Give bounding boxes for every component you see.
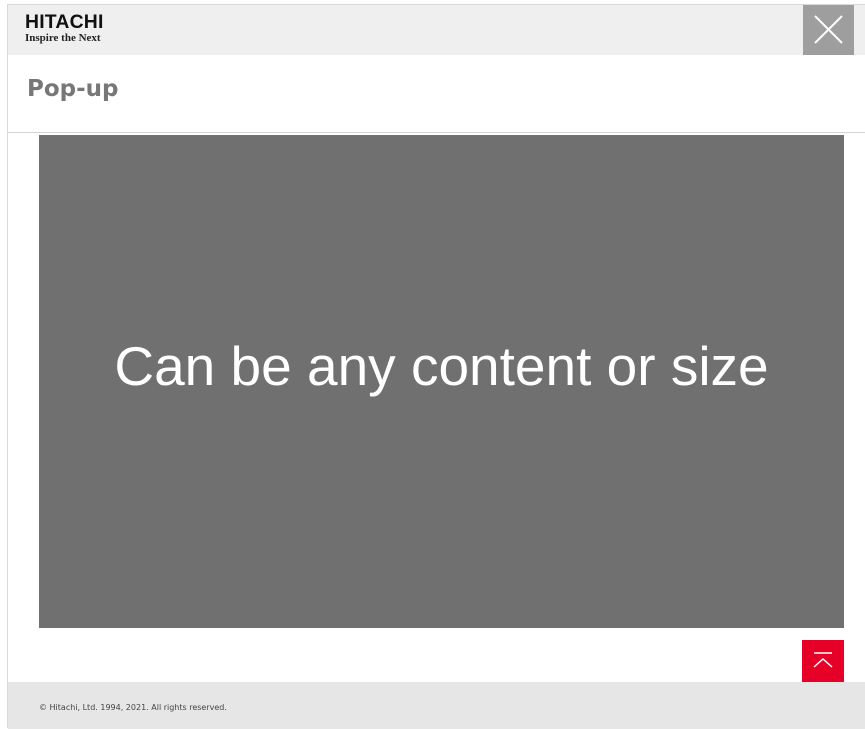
header-bar: HITACHI Inspire the Next [8, 5, 865, 55]
logo-wordmark: HITACHI [25, 12, 104, 33]
logo-tagline-text: Inspire the Next [25, 32, 101, 44]
title-area: Pop-up [8, 55, 865, 133]
close-icon [803, 5, 854, 55]
copyright-text: © Hitachi, Ltd. 1994, 2021. All rights r… [39, 703, 227, 712]
logo-tagline: Inspire the Next [25, 33, 102, 44]
footer: © Hitachi, Ltd. 1994, 2021. All rights r… [8, 682, 865, 729]
page-title: Pop-up [27, 76, 119, 102]
close-button[interactable] [803, 5, 854, 55]
content-placeholder-text: Can be any content or size [114, 334, 769, 397]
hitachi-logo[interactable]: HITACHI Inspire the Next [25, 12, 104, 44]
back-to-top-button[interactable] [802, 640, 844, 682]
content-placeholder: Can be any content or size [39, 135, 844, 628]
back-to-top-icon [802, 640, 844, 682]
popup-window: HITACHI Inspire the Next Pop-up Can be a… [7, 4, 865, 729]
